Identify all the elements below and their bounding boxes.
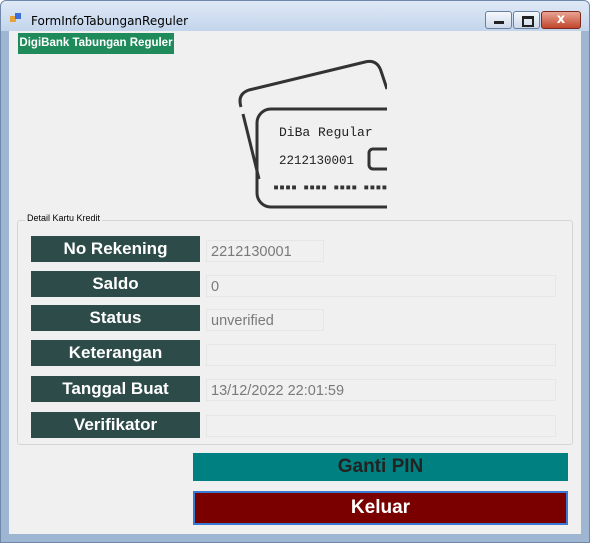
field-status[interactable]: unverified	[206, 309, 324, 331]
keluar-button[interactable]: Keluar	[193, 491, 568, 525]
credit-card-icon: DiBa Regular 2212130001 ▪▪▪▪ ▪▪▪▪ ▪▪▪▪ ▪…	[238, 59, 387, 209]
card-number: 2212130001	[279, 154, 354, 168]
label-status: Status	[31, 305, 200, 331]
details-group: Detail Kartu Kredit No Rekening 22121300…	[17, 213, 573, 445]
label-keterangan: Keterangan	[31, 340, 200, 366]
maximize-button[interactable]	[513, 11, 540, 29]
minimize-button[interactable]	[485, 11, 512, 29]
app-window: FormInfoTabunganReguler x DigiBank Tabun…	[0, 0, 590, 543]
label-tanggal-buat: Tanggal Buat	[31, 376, 200, 402]
details-legend: Detail Kartu Kredit	[25, 213, 103, 223]
window-title: FormInfoTabunganReguler	[31, 14, 189, 28]
brand-label: DigiBank Tabungan Reguler	[18, 33, 174, 54]
title-bar[interactable]: FormInfoTabunganReguler x	[1, 1, 589, 31]
label-verifikator: Verifikator	[31, 412, 200, 438]
field-verifikator[interactable]	[206, 415, 556, 437]
app-icon	[10, 13, 21, 22]
label-saldo: Saldo	[31, 271, 200, 297]
close-button[interactable]: x	[541, 11, 581, 29]
field-saldo[interactable]: 0	[206, 275, 556, 297]
form-client-area: DigiBank Tabungan Reguler DiBa Regular 2…	[9, 31, 581, 534]
close-icon: x	[556, 12, 566, 27]
field-tanggal-buat[interactable]: 13/12/2022 22:01:59	[206, 379, 556, 401]
field-keterangan[interactable]	[206, 344, 556, 366]
field-no-rekening[interactable]: 2212130001	[206, 240, 324, 262]
label-no-rekening: No Rekening	[31, 236, 200, 262]
card-name: DiBa Regular	[279, 125, 373, 140]
ganti-pin-button[interactable]: Ganti PIN	[193, 453, 568, 481]
card-dots: ▪▪▪▪ ▪▪▪▪ ▪▪▪▪ ▪▪▪▪	[273, 182, 387, 193]
